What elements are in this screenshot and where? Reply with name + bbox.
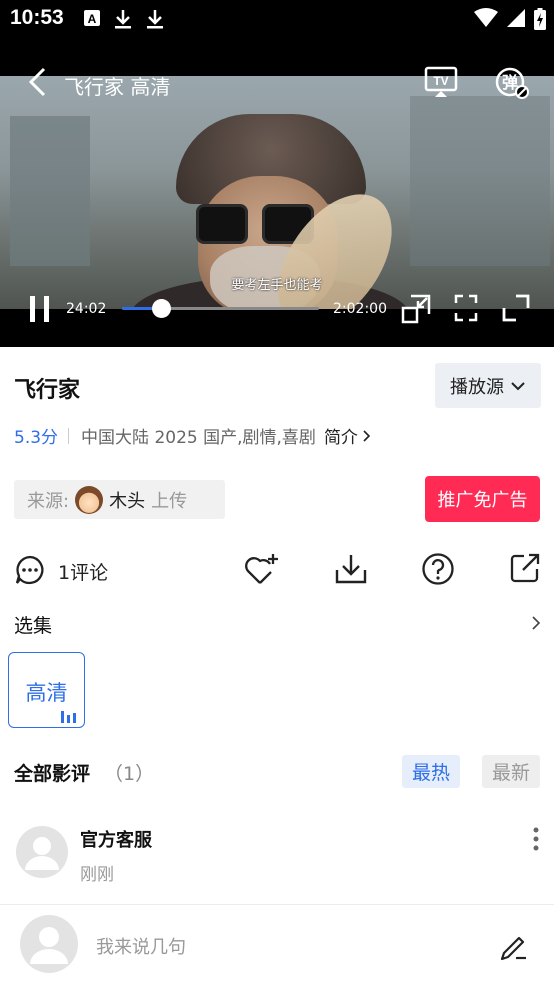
pause-icon[interactable] — [28, 294, 52, 324]
current-time: 24:02 — [66, 301, 107, 317]
help-icon[interactable] — [421, 552, 455, 586]
battery-charging-icon — [534, 8, 546, 30]
chevron-right-icon[interactable] — [530, 614, 542, 632]
wifi-icon — [474, 8, 498, 27]
picture-in-picture-icon[interactable] — [401, 294, 431, 324]
player-controls: 24:02 2:02:00 — [0, 288, 554, 332]
reviews-label: 全部影评 — [14, 763, 91, 785]
progress-bar[interactable] — [122, 299, 319, 318]
video-details: 中国大陆 2025 国产,剧情,喜剧 — [81, 428, 316, 448]
comment-input[interactable]: 我来说几句 — [96, 933, 186, 959]
background-building — [410, 96, 550, 266]
uploader-action: 上传 — [151, 490, 188, 512]
share-icon[interactable] — [509, 552, 541, 584]
fullscreen-icon[interactable] — [502, 294, 530, 322]
review-time: 刚刚 — [80, 865, 114, 885]
player-top-bar: 飞行家 高清 TV 弹 — [0, 62, 554, 106]
sort-hot-button[interactable]: 最热 — [402, 755, 460, 788]
uploader-label: 来源: — [27, 490, 70, 512]
background-building — [10, 116, 90, 266]
avatar[interactable] — [16, 826, 68, 878]
playing-bars-icon — [61, 711, 76, 723]
avatar — [20, 915, 78, 973]
download-icon[interactable] — [334, 552, 368, 586]
review-author[interactable]: 官方客服 — [80, 826, 152, 852]
source-select-label: 播放源 — [450, 376, 504, 398]
status-time: 10:53 — [10, 6, 64, 29]
review-item: 官方客服 刚刚 — [0, 820, 554, 890]
player-title: 飞行家 高清 — [64, 75, 171, 99]
episode-label: 高清 — [25, 681, 68, 705]
divider — [68, 427, 70, 444]
sort-new-button[interactable]: 最新 — [482, 755, 540, 788]
danmu-off-icon[interactable]: 弹 — [494, 66, 530, 100]
video-title: 飞行家 — [14, 378, 81, 403]
signal-icon — [507, 9, 525, 27]
chevron-right-icon — [363, 429, 371, 442]
chevron-down-icon — [511, 381, 525, 390]
danmu-label: 弹 — [502, 73, 518, 92]
favorite-add-icon[interactable] — [244, 552, 280, 586]
score: 5.3分 — [14, 428, 59, 448]
back-icon[interactable] — [26, 66, 48, 98]
figure-glasses — [196, 204, 248, 244]
uploader-name: 木头 — [109, 490, 146, 512]
download-icon — [115, 10, 131, 29]
comment-input-bar: 我来说几句 — [0, 904, 554, 984]
action-bar: 1评论 — [0, 548, 554, 592]
total-time: 2:02:00 — [333, 301, 387, 317]
download-icon — [147, 10, 163, 29]
more-vertical-icon[interactable] — [532, 826, 540, 852]
uploader-avatar — [75, 485, 104, 514]
video-player[interactable]: 飞行家 高清 TV 弹 要考左手也能考 24:02 2:02:00 — [0, 40, 554, 347]
uploader-chip[interactable]: 来源: 木头 上传 — [14, 480, 225, 519]
comment-count[interactable]: 1评论 — [58, 558, 108, 585]
video-meta: 5.3分 中国大陆 2025 国产,剧情,喜剧 简介 — [14, 423, 372, 448]
user-icon — [25, 837, 59, 870]
edit-icon[interactable] — [498, 929, 528, 961]
user-icon — [30, 927, 68, 964]
status-bar: 10:53 A — [0, 0, 554, 40]
svg-text:A: A — [88, 12, 97, 26]
episode-item[interactable]: 高清 — [8, 652, 85, 728]
font-icon: A — [84, 10, 100, 26]
aspect-ratio-icon[interactable] — [454, 294, 478, 322]
tv-label: TV — [433, 74, 448, 88]
intro-link[interactable]: 简介 — [324, 423, 358, 448]
source-select[interactable]: 播放源 — [435, 363, 541, 408]
progress-thumb[interactable] — [151, 299, 171, 318]
remove-ads-button[interactable]: 推广免广告 — [425, 476, 540, 522]
comment-icon[interactable] — [14, 554, 46, 586]
episodes-label: 选集 — [14, 615, 53, 637]
reviews-count: （1） — [104, 763, 155, 785]
tv-cast-icon[interactable]: TV — [424, 66, 458, 98]
